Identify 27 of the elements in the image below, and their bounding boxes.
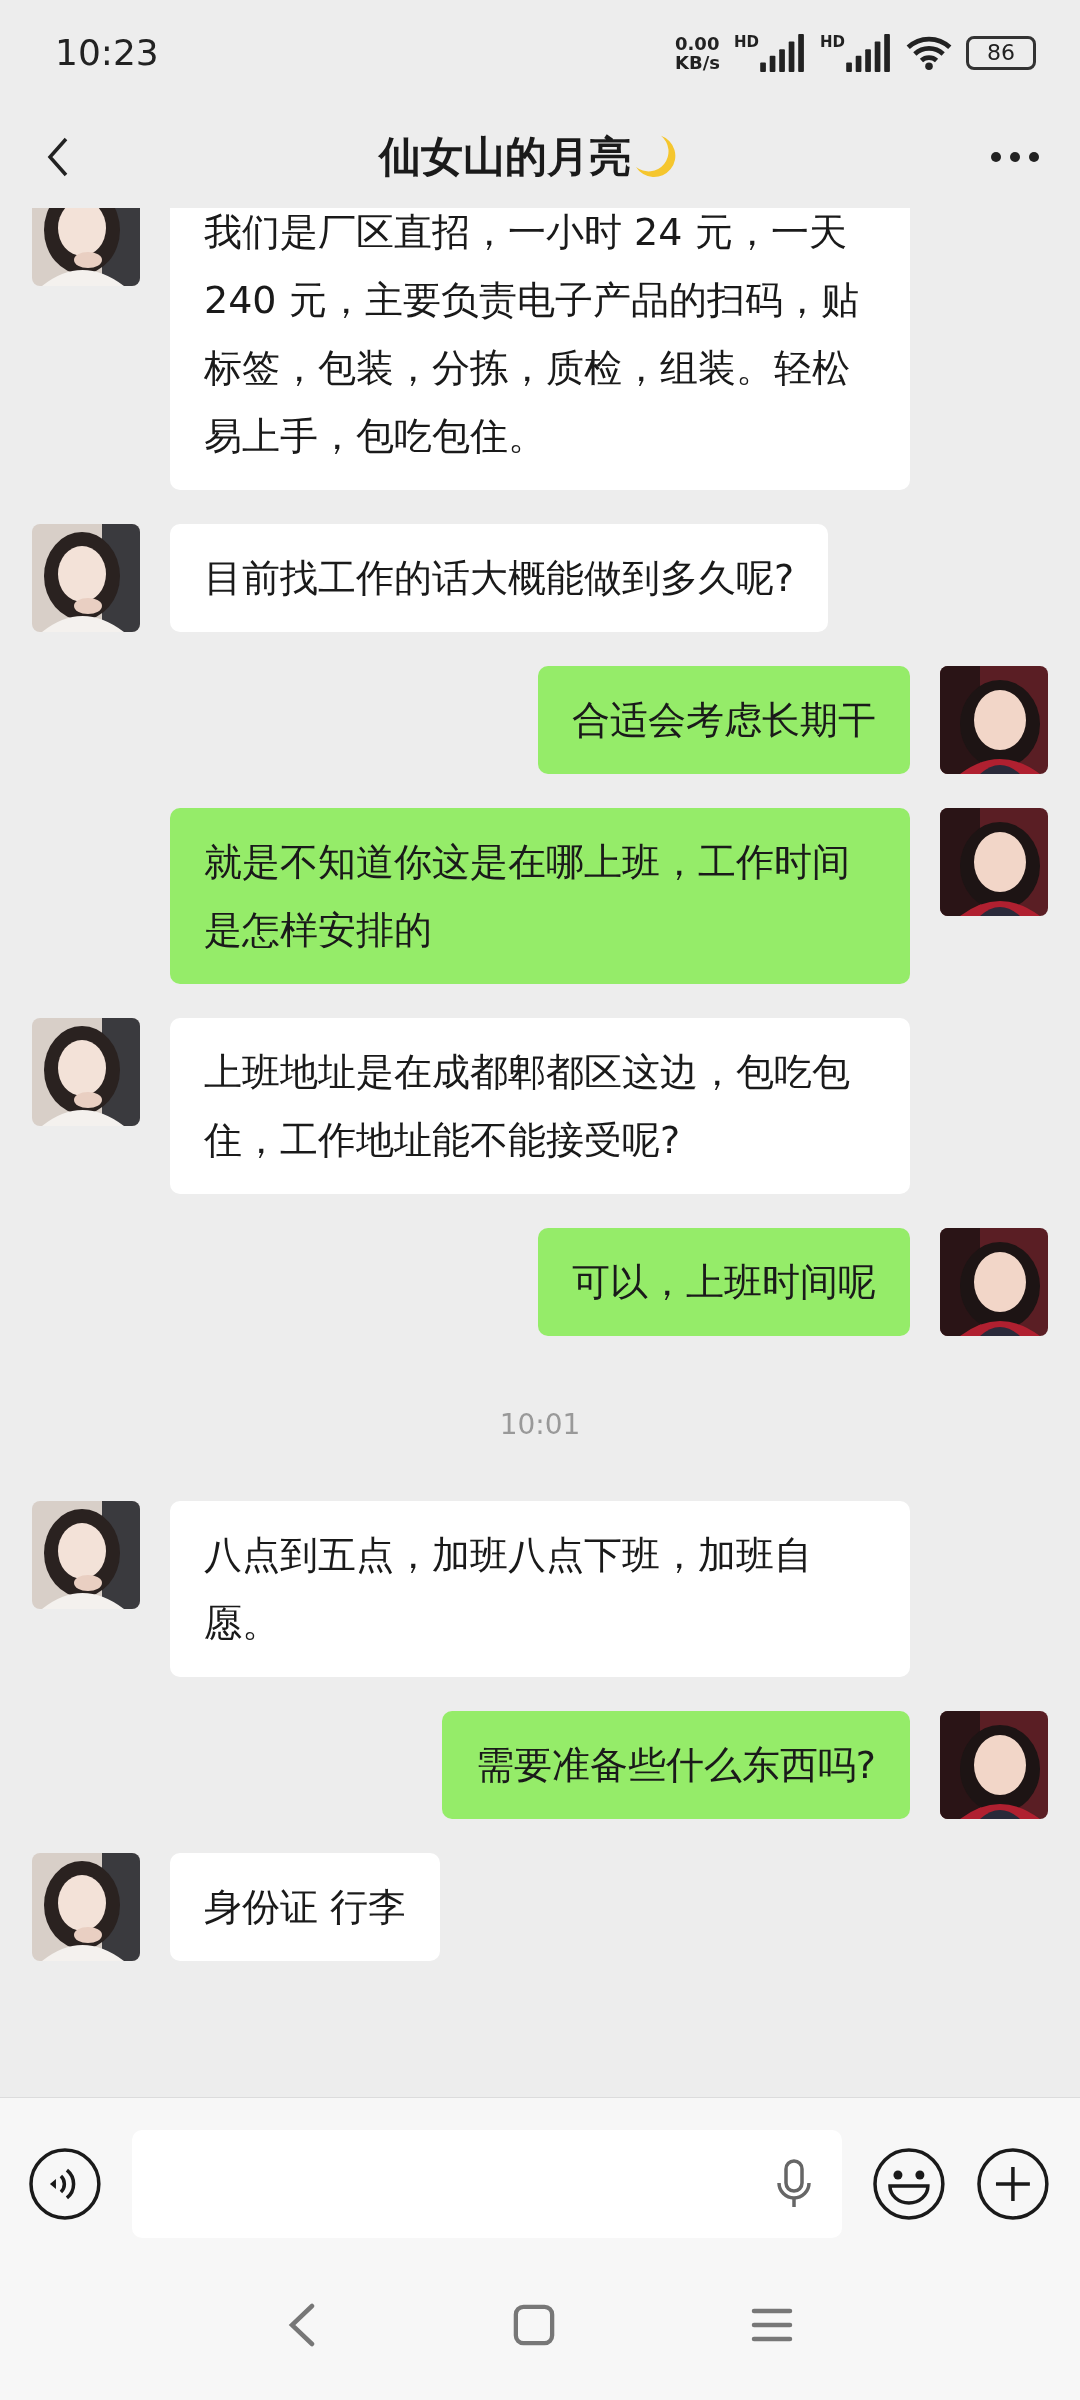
message-bubble: 需要准备些什么东西吗? (441, 1711, 910, 1819)
status-time: 10:23 (55, 32, 159, 73)
signal-icon (846, 33, 892, 72)
hd-label: HD (733, 33, 759, 50)
menu-icon[interactable] (751, 2307, 793, 2343)
battery-icon: 86 (966, 35, 1036, 70)
back-icon[interactable] (46, 136, 70, 177)
message-bubble: 目前找工作的话大概能做到多久呢? (170, 524, 829, 632)
message-bubble: 身份证 行李 (170, 1853, 441, 1961)
timestamp: 10:01 (499, 1408, 581, 1441)
emoji-icon[interactable] (872, 2147, 947, 2221)
message-bubble: 可以，上班时间呢 (538, 1228, 910, 1336)
network-speed: 0.00 KB/s (675, 33, 720, 72)
message-bubble: 上班地址是在成都郫都区这边，包吃包住，工作地址能不能接受呢? (170, 1018, 910, 1194)
voice-icon[interactable] (28, 2147, 102, 2221)
signal-icon (760, 33, 806, 72)
message-bubble: 合适会考虑长期干 (538, 666, 910, 774)
plus-icon[interactable] (976, 2147, 1050, 2221)
hd-label: HD (820, 33, 845, 50)
message-bubble: 就是不知道你这是在哪上班，工作时间是怎样安排的 (170, 808, 910, 984)
more-icon[interactable] (990, 150, 1040, 163)
wifi-icon (906, 35, 952, 70)
chat-title: 仙女山的月亮 (379, 130, 631, 183)
home-icon[interactable] (513, 2304, 555, 2346)
message-bubble: 我们是厂区直招，一小时 24 元，一天 240 元，主要负责电子产品的扫码，贴标签，包装，分拣，质检，组装。轻松易上手，包吃包住。 (170, 208, 910, 490)
message-input[interactable] (131, 2130, 843, 2238)
message-bubble: 八点到五点，加班八点下班，加班自愿。 (170, 1501, 910, 1677)
